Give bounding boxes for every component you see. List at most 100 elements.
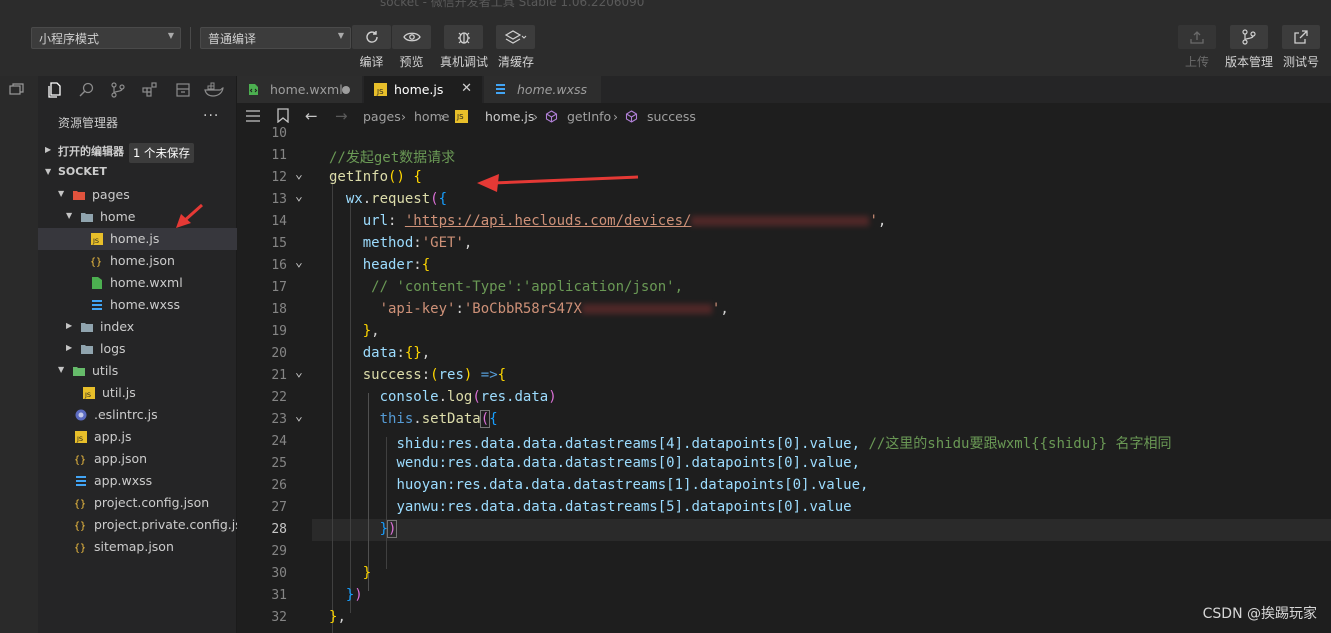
compile-label: 编译 [359,55,384,69]
explorer-sidebar: 资源管理器 ··· ▶ 打开的编辑器 1 个未保存 ▼ SOCKET ▼ page… [38,76,254,633]
tree-folder-utils[interactable]: ▼ utils [38,360,237,382]
storage-icon[interactable] [175,82,191,98]
keyword: this [379,411,414,427]
identifier: res [438,367,464,383]
breadcrumb-item[interactable]: home.js [485,109,534,124]
tree-file[interactable]: JS app.js [38,426,237,448]
compile-select-value: 普通编译 [208,32,257,46]
current-line-highlight [312,519,1331,541]
tree-file[interactable]: home.wxss [38,294,237,316]
code-line-30: } [362,565,372,581]
device-debug-button[interactable] [444,25,483,49]
identifier: data [362,345,397,361]
folder-open-icon [80,210,94,224]
back-arrow-icon[interactable]: ← [305,107,318,125]
line-number: 32 [271,610,287,625]
refresh-icon [365,31,378,43]
red-arrow-annotation [176,203,203,228]
chevron-right-icon: › [401,109,406,124]
tree-file[interactable]: home.wxml [38,272,237,294]
preview-button[interactable] [392,25,431,49]
code-editor[interactable]: //发起get数据请求 getInfo() { wx.request({ url… [237,126,1331,633]
extensions-icon[interactable] [142,82,158,98]
tree-file[interactable]: {} sitemap.json [38,536,237,558]
more-actions-icon[interactable]: ··· [203,108,219,124]
tree-file[interactable]: {} home.json [38,250,237,272]
upload-button[interactable] [1178,25,1216,49]
tree-file[interactable]: {} project.config.json [38,492,237,514]
code-text: shidu:res.data.data.datastreams[4].datap… [396,436,869,452]
fold-chevron-icon[interactable]: ⌄ [295,255,305,270]
tree-file[interactable]: {} app.json [38,448,237,470]
code-line-26: huoyan:res.data.data.datastreams[1].data… [329,475,868,497]
svg-text:{}: {} [74,521,86,532]
tree-item-label: logs [100,341,126,356]
code-line-11: //发起get数据请求 [329,145,455,167]
test-account-button[interactable] [1282,25,1320,49]
line-number: 26 [271,478,287,493]
clear-cache-button[interactable] [496,25,535,49]
tree-file[interactable]: JS home.js [38,228,237,250]
line-number: 31 [271,588,287,603]
fold-chevron-icon[interactable]: ⌄ [295,409,305,424]
tree-item-label: util.js [102,385,136,400]
tree-file[interactable]: JS util.js [38,382,237,404]
svg-text:{}: {} [74,455,86,466]
tree-folder-pages[interactable]: ▼ pages [38,184,237,206]
tree-file[interactable]: app.wxss [38,470,237,492]
json-file-icon: {} [90,254,104,268]
bookmark-icon[interactable] [277,108,289,123]
tree-file[interactable]: .eslintrc.js [38,404,237,426]
line-number: 20 [271,346,287,361]
line-number: 10 [271,126,287,141]
breadcrumb-item[interactable]: pages [363,109,401,124]
breadcrumb-item[interactable]: getInfo [567,109,611,124]
string: 'GET' [421,235,464,251]
code-line-23: this.setData({ [379,410,498,428]
string: 'api-key' [379,301,456,317]
docker-icon[interactable] [204,82,224,98]
js-file-icon: JS [90,232,104,246]
version-button[interactable] [1230,25,1268,49]
tree-file[interactable]: {} project.private.config.js... [38,514,254,536]
forward-arrow-icon[interactable]: → [335,107,348,125]
compile-button[interactable] [352,25,391,49]
chevron-down-icon: ▼ [66,211,73,220]
json-file-icon: {} [74,452,88,466]
files-icon[interactable] [46,82,62,98]
fold-chevron-icon[interactable]: ⌄ [295,189,305,204]
comment: // 'content-Type':'application/json', [371,279,684,295]
search-icon[interactable] [79,82,95,98]
tree-folder-logs[interactable]: ▶ logs [38,338,237,360]
devtools-window: socket - 微信开发者工具 Stable 1.06.2206090 小程序… [0,0,1331,633]
chevron-down-icon: ▼ [337,31,344,40]
compile-select[interactable]: 普通编译 ▼ [200,27,351,49]
project-section[interactable]: ▼ SOCKET [38,162,237,184]
code-line-22: console.log(res.data) [379,389,557,405]
tab-home-wxml[interactable]: home.wxml [237,76,363,103]
windows-icon[interactable] [6,79,28,101]
fold-chevron-icon[interactable]: ⌄ [295,167,305,182]
code-line-31: }) [345,587,363,603]
tree-item-label: app.js [94,429,132,444]
code-line-20: data:{}, [362,345,431,361]
tree-folder-home[interactable]: ▼ home [38,206,237,228]
tree-folder-index[interactable]: ▶ index [38,316,237,338]
chevron-right-icon: ▶ [66,343,73,352]
breadcrumb-item[interactable]: success [647,109,696,124]
close-icon[interactable]: ✕ [461,81,472,96]
breadcrumb: ← → pages › home JS › home.js › getInfo … [237,103,1331,129]
tab-home-js[interactable]: JS home.js ✕ [364,76,483,103]
line-number: 14 [271,214,287,229]
mode-select[interactable]: 小程序模式 ▼ [31,27,181,49]
js-file-icon: JS [455,110,468,123]
fold-chevron-icon[interactable]: ⌄ [295,365,305,380]
source-control-icon[interactable] [110,82,126,98]
svg-text:JS: JS [84,391,91,399]
list-icon[interactable] [246,110,260,122]
code-line-17: // 'content-Type':'application/json', [329,277,683,299]
svg-text:JS: JS [76,435,83,443]
tab-home-wxss[interactable]: home.wxss [484,76,602,103]
code-line-12: getInfo() { [329,169,422,185]
unsaved-dot-icon[interactable] [342,86,350,94]
